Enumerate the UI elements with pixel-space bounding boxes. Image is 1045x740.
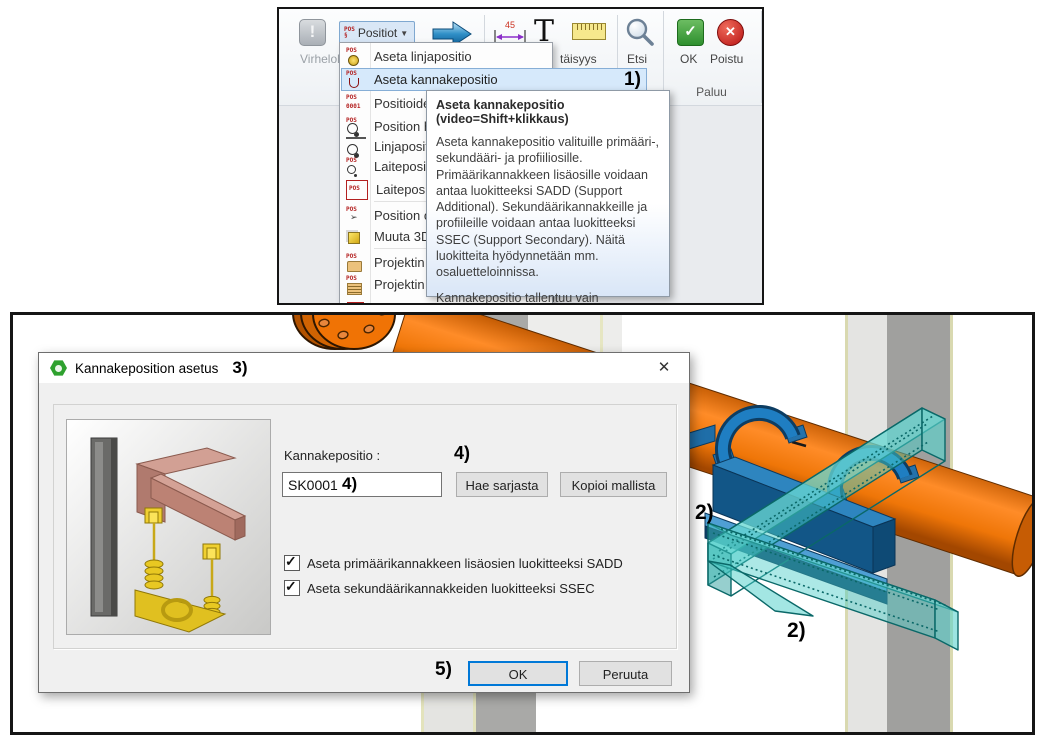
ssec-checkbox-label: Aseta sekundäärikannakkeiden luokitteeks… bbox=[307, 581, 595, 596]
pipe-flange bbox=[293, 315, 395, 349]
position-cursor-icon bbox=[346, 207, 366, 225]
error-log-icon[interactable]: ! bbox=[299, 19, 326, 46]
search-icon[interactable] bbox=[624, 17, 656, 49]
support-preview-image bbox=[66, 419, 271, 635]
sadd-checkbox-row[interactable]: Aseta primäärikannakkeen lisäosien luoki… bbox=[284, 555, 623, 571]
ribbon-screenshot: ! Virheloki POS§ Positiot ▼ 45 T täisyys… bbox=[277, 7, 764, 305]
chevron-down-icon: ▼ bbox=[400, 29, 408, 38]
sadd-checkbox-label: Aseta primäärikannakkeen lisäosien luoki… bbox=[307, 556, 623, 571]
ssec-checkbox-row[interactable]: Aseta sekundäärikannakkeiden luokitteeks… bbox=[284, 580, 595, 596]
annotation-step-3: 3) bbox=[232, 358, 247, 378]
dialog-title: Kannakeposition asetus bbox=[75, 361, 218, 376]
exit-icon[interactable]: ✕ bbox=[717, 19, 744, 46]
pos-icon: POS§ bbox=[344, 27, 355, 39]
ruler-icon[interactable] bbox=[572, 23, 606, 40]
kopioi-mallista-button[interactable]: Kopioi mallista bbox=[560, 472, 667, 497]
positioiden-icon bbox=[346, 95, 366, 113]
exit-label: Poistu bbox=[710, 52, 743, 66]
kannakepositio-icon bbox=[346, 71, 366, 89]
change-3d-icon bbox=[346, 228, 366, 246]
kannakepositio-tooltip: Aseta kannakepositio (video=Shift+klikka… bbox=[426, 90, 670, 297]
annotation-step-4-label: 4) bbox=[454, 443, 470, 464]
annotation-step-4-input: 4) bbox=[342, 474, 357, 494]
hae-sarjasta-button[interactable]: Hae sarjasta bbox=[456, 472, 548, 497]
ok-label: OK bbox=[680, 52, 697, 66]
return-group-label: Paluu bbox=[663, 85, 760, 99]
close-icon[interactable]: ✕ bbox=[649, 357, 679, 379]
kannakeposition-asetus-dialog: Kannakeposition asetus 3) ✕ bbox=[38, 352, 690, 693]
ssec-checkbox[interactable] bbox=[284, 580, 300, 596]
model-view-screenshot: 2) 2) Kannakeposition asetus 3) ✕ bbox=[10, 312, 1035, 735]
positiot-label: Positiot bbox=[358, 26, 397, 40]
project-list-icon bbox=[346, 276, 366, 294]
tooltip-body-1: Aseta kannakepositio valituille primääri… bbox=[436, 134, 660, 280]
search-label: Etsi bbox=[627, 52, 647, 66]
annotation-step-5: 5) bbox=[435, 659, 452, 681]
annotation-step-2-upper: 2) bbox=[695, 501, 714, 525]
svg-text:45: 45 bbox=[505, 20, 515, 30]
dialog-title-bar[interactable]: Kannakeposition asetus 3) bbox=[39, 353, 689, 383]
distance-label: täisyys bbox=[560, 52, 597, 66]
ok-button[interactable]: OK bbox=[468, 661, 568, 686]
preview-steel-channel bbox=[91, 438, 117, 616]
plant-app-icon bbox=[50, 360, 67, 377]
table-icon bbox=[346, 298, 366, 306]
annotation-step-1: 1) bbox=[624, 69, 641, 91]
cancel-button[interactable]: Peruuta bbox=[579, 661, 672, 686]
project-folder-icon bbox=[346, 254, 366, 272]
sadd-checkbox[interactable] bbox=[284, 555, 300, 571]
menu-item-kannakepositio[interactable]: Aseta kannakepositio 1) bbox=[341, 68, 647, 91]
linjapositio-icon bbox=[346, 48, 366, 66]
annotation-step-2-lower: 2) bbox=[787, 619, 806, 643]
tooltip-title: Aseta kannakepositio (video=Shift+klikka… bbox=[436, 98, 660, 126]
kannakepositio-input[interactable] bbox=[282, 472, 442, 497]
kannakepositio-field-label: Kannakepositio : bbox=[284, 448, 380, 463]
menu-item-linjapositio[interactable]: Aseta linjapositio bbox=[342, 46, 550, 67]
device-position-icon bbox=[346, 180, 368, 200]
position-search-icon bbox=[346, 118, 366, 136]
tooltip-body-2: Kannakepositio tallentuu vain mallitiedo… bbox=[436, 290, 660, 305]
device-position-zoom-icon bbox=[346, 158, 366, 176]
ok-check-icon[interactable]: ✓ bbox=[677, 19, 704, 46]
line-search-icon bbox=[346, 137, 366, 157]
